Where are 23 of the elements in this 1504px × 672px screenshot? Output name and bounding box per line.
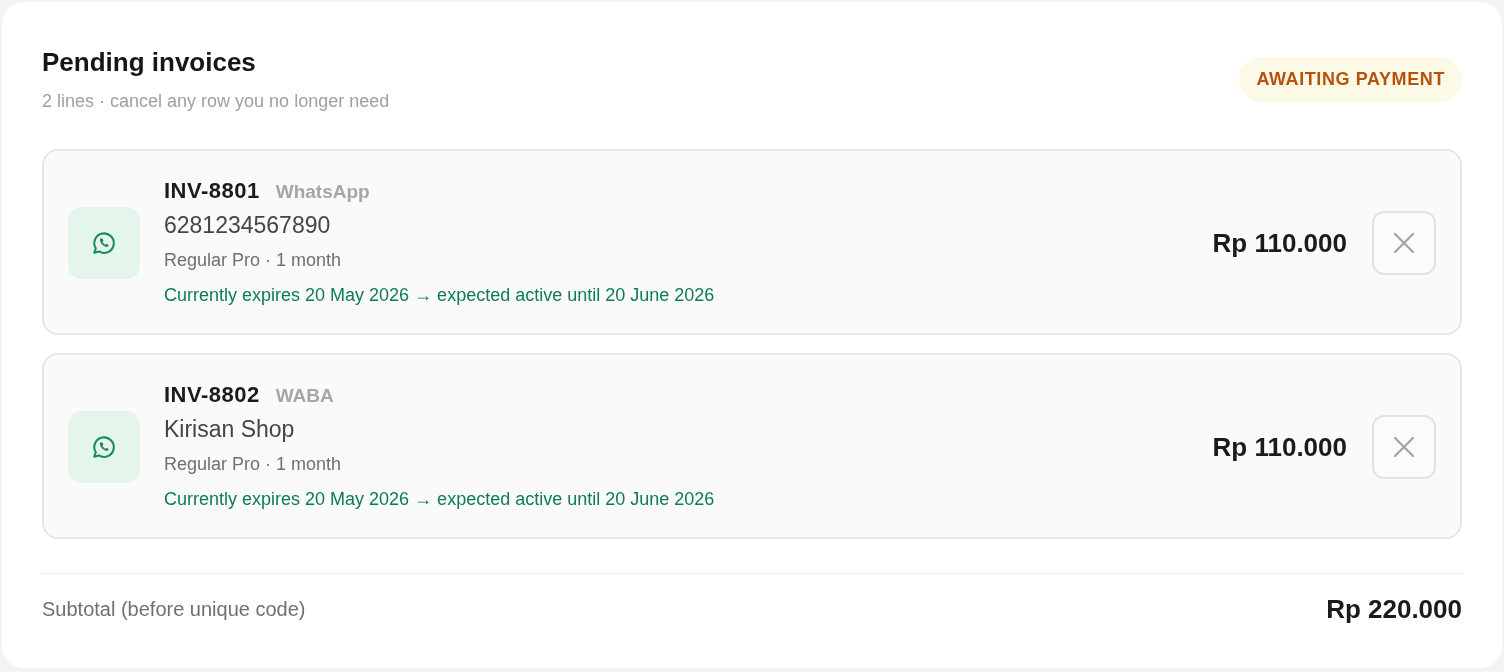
subtotal-amount: Rp 220.000 [1326,593,1462,625]
close-icon [1394,233,1414,253]
status-badge: AWAITING PAYMENT [1239,57,1462,102]
invoice-number: INV-8801 [164,177,260,205]
invoice-number: INV-8802 [164,381,260,409]
close-icon [1394,437,1414,457]
remove-button[interactable] [1372,211,1436,275]
plan-details: Regular Pro · 1 month [164,249,342,272]
phone-bubble-icon [68,207,140,279]
plan-details: Regular Pro · 1 month [164,453,342,476]
remove-button[interactable] [1372,415,1436,479]
account-name: 6281234567890 [164,211,331,240]
panel-subtitle: 2 lines · cancel any row you no longer need [42,90,390,113]
subtotal-label: Subtotal (before unique code) [42,597,306,621]
phone-bubble-icon [68,411,140,483]
panel-title: Pending invoices [42,46,256,78]
invoice-amount: Rp 110.000 [1212,431,1347,463]
renewal-note: Currently expires 20 May 2026 → expected active until 20 June 2026 [164,488,715,511]
invoice-amount: Rp 110.000 [1212,227,1347,259]
account-name: Kirisan Shop [164,415,295,444]
channel-label: WhatsApp [275,180,370,204]
channel-label: WABA [275,384,334,408]
renewal-note: Currently expires 20 May 2026 → expected active until 20 June 2026 [164,284,715,307]
